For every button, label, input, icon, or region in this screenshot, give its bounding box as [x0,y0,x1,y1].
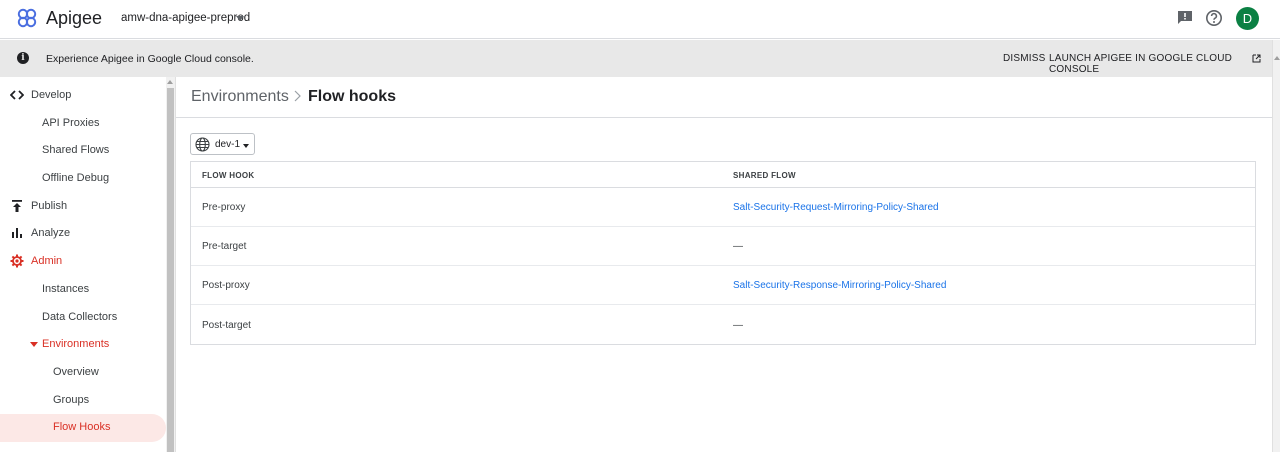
feedback-icon[interactable] [1176,9,1194,27]
table-row: Pre-target — [191,227,1255,266]
sidebar-item-label: Admin [31,255,63,267]
sidebar-item-label: Flow Hooks [53,421,111,433]
sidebar-item-api-proxies[interactable]: API Proxies [0,110,166,138]
sidebar-nav: Develop API Proxies Shared Flows Offline… [0,77,175,452]
sidebar-item-develop[interactable]: Develop [0,82,166,110]
sidebar-item-publish[interactable]: Publish [0,193,166,221]
table-row: Post-target — [191,306,1255,345]
sidebar-item-label: Shared Flows [42,144,110,156]
cloud-console-banner: i Experience Apigee in Google Cloud cons… [0,40,1272,77]
banner-message: Experience Apigee in Google Cloud consol… [46,53,254,65]
shared-flow-link[interactable]: Salt-Security-Request-Mirroring-Policy-S… [733,202,939,213]
sidebar-item-instances[interactable]: Instances [0,276,166,304]
expand-caret-icon [30,342,38,347]
sidebar-item-label: Data Collectors [42,311,118,323]
flow-hook-cell: Pre-proxy [202,202,246,213]
flow-hook-cell: Post-proxy [202,280,250,291]
shared-flow-cell: — [733,320,743,331]
environment-select[interactable]: dev-1 [190,133,255,155]
chevron-down-icon [243,144,249,148]
sidebar-item-label: Offline Debug [42,172,110,184]
column-header-flow-hook: FLOW HOOK [202,171,255,180]
sidebar-scrollbar-thumb[interactable] [167,88,174,452]
sidebar-item-analyze[interactable]: Analyze [0,220,166,248]
sidebar-item-label: API Proxies [42,117,100,129]
shared-flow-cell: — [733,241,743,252]
chevron-right-icon [294,90,301,102]
scroll-up-arrow-icon[interactable] [167,80,173,84]
sidebar-item-label: Analyze [31,227,71,239]
sidebar-item-label: Environments [42,338,110,350]
globe-icon [195,137,210,152]
sidebar-item-label: Instances [42,283,90,295]
sidebar-item-label: Groups [53,394,90,406]
help-icon[interactable] [1205,9,1223,27]
sidebar-item-offline-debug[interactable]: Offline Debug [0,165,166,193]
table-row: Post-proxy Salt-Security-Response-Mirror… [191,266,1255,305]
environment-select-value: dev-1 [215,139,241,150]
sidebar-item-groups[interactable]: Groups [0,387,166,415]
apigee-logo-icon[interactable] [16,7,38,29]
page-title: Flow hooks [308,88,396,105]
flow-hook-cell: Post-target [202,320,251,331]
scroll-up-arrow-icon[interactable] [1274,56,1280,60]
page-scrollbar[interactable] [1272,40,1280,452]
org-dropdown-caret-icon[interactable] [236,16,244,21]
launch-cloud-console-button[interactable]: LAUNCH APIGEE IN GOOGLE CLOUD CONSOLE [1049,53,1272,75]
breadcrumb-environments[interactable]: Environments [191,88,289,106]
table-row: Pre-proxy Salt-Security-Request-Mirrorin… [191,188,1255,227]
shared-flow-link[interactable]: Salt-Security-Response-Mirroring-Policy-… [733,280,946,291]
sidebar-item-label: Develop [31,89,72,101]
org-selector[interactable]: amw-dna-apigee-preprod [121,12,250,24]
app-title[interactable]: Apigee [46,8,102,29]
top-app-bar: Apigee amw-dna-apigee-preprod D [0,0,1280,39]
bar-chart-icon [12,228,22,238]
flow-hooks-table: FLOW HOOK SHARED FLOW Pre-proxy Salt-Sec… [190,161,1256,345]
user-avatar[interactable]: D [1236,7,1259,30]
sidebar-item-label: Publish [31,200,68,212]
sidebar-item-flow-hooks[interactable]: Flow Hooks [0,414,166,442]
info-icon: i [17,52,29,64]
publish-icon [12,200,22,212]
flow-hook-cell: Pre-target [202,241,247,252]
sidebar-item-environments[interactable]: Environments [0,331,166,359]
sidebar-item-admin[interactable]: Admin [0,248,166,276]
open-in-new-icon[interactable] [1252,54,1261,63]
sidebar-item-data-collectors[interactable]: Data Collectors [0,304,166,332]
page-header: Environments Flow hooks [176,77,1272,118]
divider [175,77,176,452]
dismiss-button[interactable]: DISMISS [1003,53,1046,64]
sidebar-item-shared-flows[interactable]: Shared Flows [0,137,166,165]
gear-icon [10,254,24,268]
sidebar-item-label: Overview [53,366,99,378]
column-header-shared-flow: SHARED FLOW [733,171,796,180]
code-icon [10,90,24,100]
sidebar-item-overview[interactable]: Overview [0,359,166,387]
